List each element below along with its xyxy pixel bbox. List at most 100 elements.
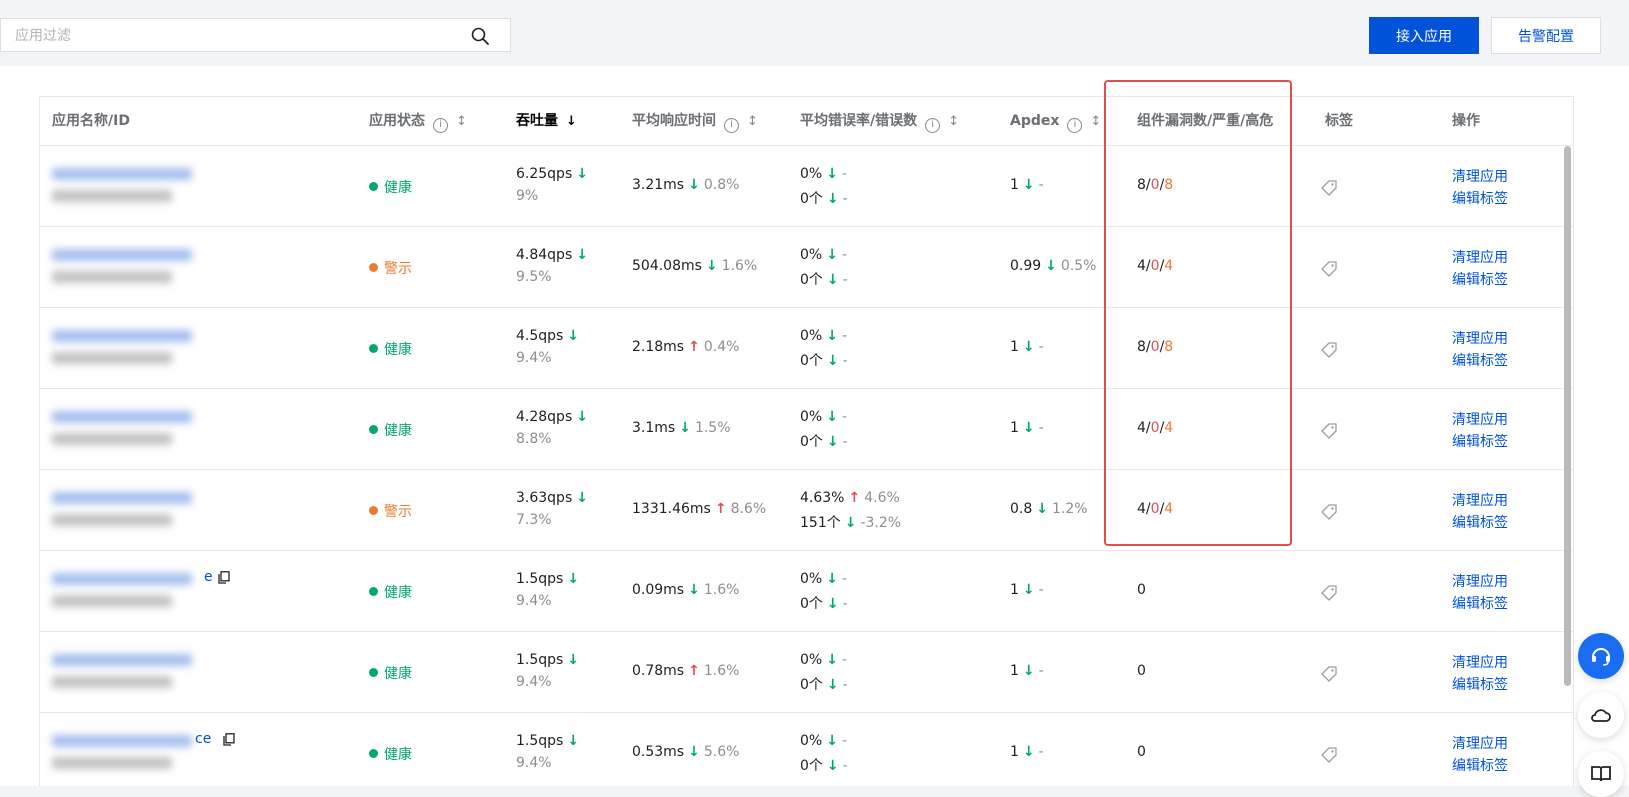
tag-icon[interactable] bbox=[1319, 178, 1339, 198]
throughput-value: 6.25qps ↓ bbox=[516, 166, 592, 182]
alarm-config-button[interactable]: 告警配置 bbox=[1491, 17, 1601, 54]
trend-down-icon: ↓ bbox=[576, 166, 588, 182]
edit-tags-link[interactable]: 编辑标签 bbox=[1452, 512, 1508, 532]
throughput-change: 9.4% bbox=[516, 593, 552, 609]
edit-tags-link[interactable]: 编辑标签 bbox=[1452, 755, 1508, 775]
cloud-float-button[interactable] bbox=[1578, 692, 1624, 738]
error-rate-change: - bbox=[841, 247, 848, 263]
tag-icon[interactable] bbox=[1319, 421, 1339, 441]
clean-app-link[interactable]: 清理应用 bbox=[1452, 247, 1508, 267]
col-error-rate[interactable]: 平均错误率/错误数 i ↕ bbox=[800, 97, 959, 145]
trend-down-icon: ↓ bbox=[826, 652, 838, 668]
col-throughput[interactable]: 吞吐量 ↓ bbox=[516, 97, 577, 145]
clean-app-link[interactable]: 清理应用 bbox=[1452, 328, 1508, 348]
tag-icon[interactable] bbox=[1319, 745, 1339, 765]
trend-down-icon: ↓ bbox=[826, 596, 839, 612]
app-name-cell[interactable] bbox=[40, 227, 200, 307]
vuln-critical: 0 bbox=[1150, 339, 1160, 355]
clean-app-link[interactable]: 清理应用 bbox=[1452, 490, 1508, 510]
app-name-cell[interactable] bbox=[40, 470, 200, 550]
connect-app-button[interactable]: 接入应用 bbox=[1369, 17, 1479, 54]
apdex-score: 1 bbox=[1010, 744, 1019, 760]
tag-icon[interactable] bbox=[1319, 502, 1339, 522]
edit-tags-link[interactable]: 编辑标签 bbox=[1452, 674, 1508, 694]
tag-icon[interactable] bbox=[1319, 259, 1339, 279]
trend-down-icon: ↓ bbox=[826, 247, 838, 263]
clean-app-link[interactable]: 清理应用 bbox=[1452, 571, 1508, 591]
clean-app-link[interactable]: 清理应用 bbox=[1452, 409, 1508, 429]
app-name-cell[interactable] bbox=[40, 389, 200, 469]
error-count-change: - bbox=[842, 191, 848, 207]
error-count-change: - bbox=[842, 272, 848, 288]
tag-icon[interactable] bbox=[1319, 664, 1339, 684]
clean-app-link[interactable]: 清理应用 bbox=[1452, 652, 1508, 672]
response-change: 1.5% bbox=[694, 420, 731, 436]
app-name-cell[interactable]: ce bbox=[40, 713, 235, 786]
col-apdex[interactable]: Apdex i ↕ bbox=[1010, 97, 1101, 145]
tag-icon[interactable] bbox=[1319, 340, 1339, 360]
copy-icon[interactable] bbox=[223, 733, 235, 746]
app-table: 应用名称/ID 应用状态 i ↕ 吞吐量 ↓ 平均响应时间 i ↕ 平均错误率/错误数 i ↕… bbox=[39, 96, 1574, 786]
vuln-critical: 0 bbox=[1150, 501, 1160, 517]
app-name-link[interactable]: ce bbox=[195, 731, 211, 747]
trend-down-icon: ↓ bbox=[567, 328, 580, 344]
sort-icon[interactable]: ↕ bbox=[456, 98, 467, 146]
sort-icon[interactable]: ↕ bbox=[948, 98, 959, 146]
response-time: 3.1ms bbox=[632, 420, 676, 436]
info-icon[interactable]: i bbox=[433, 118, 448, 133]
app-name-cell[interactable] bbox=[40, 632, 200, 712]
info-icon[interactable]: i bbox=[925, 118, 941, 133]
error-rate-change: - bbox=[841, 652, 848, 668]
avg-response-value: 1331.46ms ↑ 8.6% bbox=[632, 501, 766, 517]
trend-down-icon: ↓ bbox=[567, 733, 580, 749]
status-dot bbox=[369, 182, 378, 191]
trend-down-icon: ↓ bbox=[705, 258, 718, 274]
clean-app-link[interactable]: 清理应用 bbox=[1452, 733, 1508, 753]
trend-down-icon: ↓ bbox=[576, 490, 588, 506]
col-avg-response[interactable]: 平均响应时间 i ↕ bbox=[632, 97, 758, 145]
app-filter-input[interactable] bbox=[13, 25, 457, 47]
sort-icon[interactable]: ↕ bbox=[747, 98, 758, 146]
col-operations: 操作 bbox=[1452, 97, 1480, 145]
clean-app-link[interactable]: 清理应用 bbox=[1452, 166, 1508, 186]
status-dot bbox=[369, 263, 378, 272]
error-count: 0个 bbox=[800, 272, 823, 288]
table-scrollbar-thumb[interactable] bbox=[1564, 146, 1571, 686]
app-name-link[interactable]: e bbox=[204, 569, 213, 585]
status-dot bbox=[369, 749, 378, 758]
throughput-value: 4.28qps ↓ bbox=[516, 409, 592, 425]
support-float-button[interactable] bbox=[1578, 633, 1624, 679]
trend-down-icon: ↓ bbox=[826, 434, 839, 450]
search-icon[interactable] bbox=[470, 26, 490, 46]
qps-value: 1.5qps bbox=[516, 571, 564, 587]
copy-icon[interactable] bbox=[218, 571, 230, 584]
error-rate-value: 4.63% ↑ 4.6% bbox=[800, 490, 900, 506]
tag-icon[interactable] bbox=[1319, 583, 1339, 603]
info-icon[interactable]: i bbox=[724, 118, 739, 133]
error-rate-change: - bbox=[841, 571, 848, 587]
col-avg-response-label: 平均响应时间 bbox=[632, 113, 716, 129]
trend-down-icon: ↓ bbox=[844, 515, 857, 531]
app-name-cell[interactable] bbox=[40, 308, 200, 388]
info-icon[interactable]: i bbox=[1067, 118, 1083, 133]
edit-tags-link[interactable]: 编辑标签 bbox=[1452, 431, 1508, 451]
app-name-cell[interactable] bbox=[40, 146, 200, 226]
error-count-change: -3.2% bbox=[860, 515, 902, 531]
app-name-redacted bbox=[52, 573, 192, 585]
col-apdex-label: Apdex bbox=[1010, 113, 1060, 129]
edit-tags-link[interactable]: 编辑标签 bbox=[1452, 188, 1508, 208]
edit-tags-link[interactable]: 编辑标签 bbox=[1452, 350, 1508, 370]
trend-down-icon: ↓ bbox=[567, 652, 580, 668]
table-row: 健康 1.5qps ↓ 9.4% 0.78ms ↑ 1.6% 0% ↓ - 0个 ↓ - 1 ↓… bbox=[40, 632, 1573, 713]
col-status[interactable]: 应用状态 i ↕ bbox=[369, 97, 467, 145]
docs-float-button[interactable] bbox=[1578, 751, 1624, 797]
app-id-redacted bbox=[52, 190, 172, 202]
apdex-value: 0.99 ↓ 0.5% bbox=[1010, 258, 1096, 274]
edit-tags-link[interactable]: 编辑标签 bbox=[1452, 269, 1508, 289]
edit-tags-link[interactable]: 编辑标签 bbox=[1452, 593, 1508, 613]
error-count-value: 0个 ↓ - bbox=[800, 593, 848, 613]
response-time: 2.18ms bbox=[632, 339, 685, 355]
sort-icon[interactable]: ↕ bbox=[1090, 98, 1101, 146]
app-name-cell[interactable]: e bbox=[40, 551, 230, 631]
sort-desc-icon[interactable]: ↓ bbox=[566, 98, 577, 146]
